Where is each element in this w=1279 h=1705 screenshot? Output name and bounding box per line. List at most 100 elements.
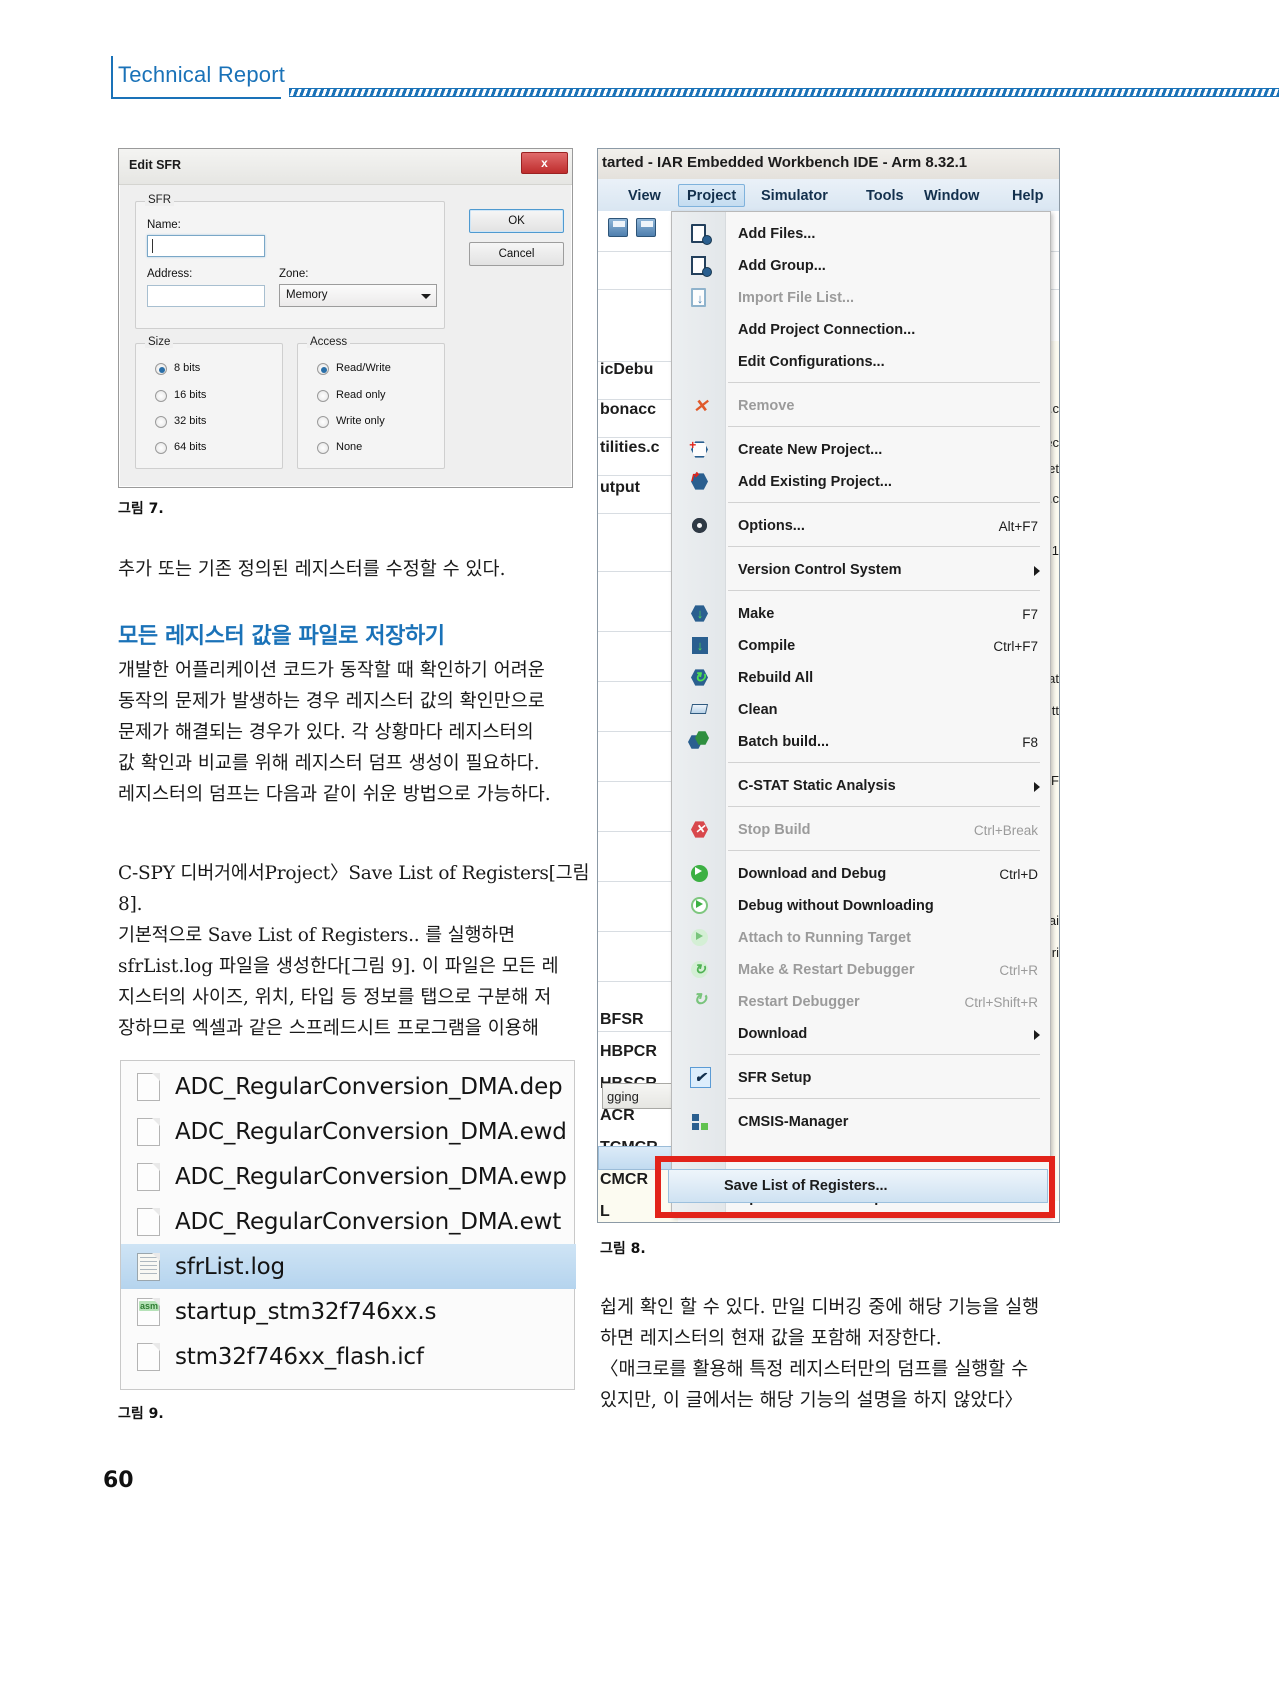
paragraph-line: 있지만, 이 글에서는 해당 기능의 설명을 하지 않았다〉 xyxy=(600,1390,1023,1411)
menubar-item-view[interactable]: View xyxy=(620,184,669,207)
menu-item-label: C-STAT Static Analysis xyxy=(738,778,896,794)
radio-indicator xyxy=(317,416,329,428)
register-label: L xyxy=(600,1203,610,1220)
menu-item-download-and-debug[interactable]: Download and Debug Ctrl+D xyxy=(672,858,1052,890)
menu-item-accelerator: Ctrl+D xyxy=(999,866,1038,882)
menu-item-rebuild-all[interactable]: ↻ Rebuild All xyxy=(672,662,1052,694)
file-list-panel: ADC_RegularConversion_DMA.dep ADC_Regula… xyxy=(120,1060,576,1390)
radio-label: 64 bits xyxy=(174,441,207,453)
ok-button[interactable]: OK xyxy=(469,209,564,233)
batch-build-icon xyxy=(688,730,712,754)
rebuild-all-icon: ↻ xyxy=(688,666,712,690)
compile-icon: ↓ xyxy=(688,634,712,658)
list-item[interactable]: ADC_RegularConversion_DMA.ewp xyxy=(121,1154,576,1199)
radio-label: Write only xyxy=(336,415,385,427)
menubar-item-window[interactable]: Window xyxy=(916,184,987,207)
menu-item-debug-without-downloading[interactable]: Debug without Downloading xyxy=(672,890,1052,922)
menu-item-version-control-system[interactable]: Version Control System xyxy=(672,554,1052,586)
menu-item-clean[interactable]: Clean xyxy=(672,694,1052,726)
menu-item-label: Attach to Running Target xyxy=(738,930,911,946)
register-label: HBPCR xyxy=(600,1043,657,1060)
tree-node-label: bonacc xyxy=(600,401,657,418)
menu-separator xyxy=(728,1098,1040,1099)
save-all-icon[interactable] xyxy=(636,218,656,237)
menu-item-accelerator: Ctrl+R xyxy=(999,962,1038,978)
file-name: stm32f746xx_flash.icf xyxy=(175,1343,424,1370)
zone-dropdown[interactable]: Memory xyxy=(279,284,437,307)
file-name: ADC_RegularConversion_DMA.dep xyxy=(175,1073,563,1100)
remove-icon: ✕ xyxy=(693,396,709,416)
figure-8-caption: 그림 8. xyxy=(600,1241,646,1257)
radio-indicator xyxy=(317,363,329,375)
menu-item-cmsis-manager[interactable]: CMSIS-Manager xyxy=(672,1106,1052,1138)
menu-separator xyxy=(728,382,1040,383)
menu-item-save-list-of-registers[interactable]: Save List of Registers... xyxy=(668,1169,1048,1203)
menu-item-c-stat-static-analysis[interactable]: C-STAT Static Analysis xyxy=(672,770,1052,802)
paragraph-line: 〈매크로를 활용해 특정 레지스터만의 덤프를 실행할 수 xyxy=(600,1359,1029,1380)
menu-item-label: Version Control System xyxy=(738,562,902,578)
menu-item-compile[interactable]: ↓ Compile Ctrl+F7 xyxy=(672,630,1052,662)
address-input[interactable] xyxy=(147,285,265,307)
paragraph-line: 동작의 문제가 발생하는 경우 레지스터 값의 확인만으로 xyxy=(118,691,545,712)
close-icon[interactable]: x xyxy=(521,152,568,174)
menubar-item-project[interactable]: Project xyxy=(678,184,746,207)
menu-item-remove[interactable]: ✕ Remove xyxy=(672,390,1052,422)
list-item[interactable]: stm32f746xx_flash.icf xyxy=(121,1334,576,1379)
menu-item-add-group[interactable]: Add Group... xyxy=(672,250,1052,282)
menu-item-restart-debugger[interactable]: ↻ Restart Debugger Ctrl+Shift+R xyxy=(672,986,1052,1018)
cancel-button[interactable]: Cancel xyxy=(469,242,564,266)
menu-item-accelerator: Ctrl+F7 xyxy=(993,638,1038,654)
figure-7-caption: 그림 7. xyxy=(118,501,164,517)
menu-item-attach-to-running-target[interactable]: Attach to Running Target xyxy=(672,922,1052,954)
menu-item-add-files[interactable]: Add Files... xyxy=(672,218,1052,250)
header-underline xyxy=(111,97,281,99)
menu-item-label: Compile xyxy=(738,638,796,654)
paragraph-4: 쉽게 확인 할 수 있다. 만일 디버깅 중에 해당 기능을 실행 하면 레지스… xyxy=(600,1292,1080,1416)
menu-item-label: Stop Build xyxy=(738,822,811,838)
menu-item-make-restart-debugger[interactable]: ↻ Make & Restart Debugger Ctrl+R xyxy=(672,954,1052,986)
radio-label: None xyxy=(336,441,363,453)
window-title-text: tarted - IAR Embedded Workbench IDE - Ar… xyxy=(602,154,968,171)
menu-item-make[interactable]: ↓ Make F7 xyxy=(672,598,1052,630)
paragraph-line: 값 확인과 비교를 위해 레지스터 덤프 생성이 필요하다. xyxy=(118,753,540,774)
menu-item-add-project-connection[interactable]: Add Project Connection... xyxy=(672,314,1052,346)
menubar-item-simulator[interactable]: Simulator xyxy=(753,184,836,207)
list-item[interactable]: ADC_RegularConversion_DMA.ewd xyxy=(121,1109,576,1154)
menu-item-download[interactable]: Download xyxy=(672,1018,1052,1050)
page-title: Technical Report xyxy=(118,62,286,87)
create-new-project-icon: + xyxy=(688,438,712,462)
menu-item-label: Options... xyxy=(738,518,805,534)
chevron-down-icon xyxy=(421,294,431,299)
menu-item-create-new-project[interactable]: + Create New Project... xyxy=(672,434,1052,466)
menu-item-import-file-list[interactable]: ↓ Import File List... xyxy=(672,282,1052,314)
menu-item-stop-build[interactable]: ✕ Stop Build Ctrl+Break xyxy=(672,814,1052,846)
list-item[interactable]: ADC_RegularConversion_DMA.dep xyxy=(121,1064,576,1109)
paragraph-line: 장하므로 엑셀과 같은 스프레드시트 프로그램을 이용해 xyxy=(118,1018,539,1039)
menu-item-options[interactable]: Options... Alt+F7 xyxy=(672,510,1052,542)
menu-item-edit-configurations[interactable]: Edit Configurations... xyxy=(672,346,1052,378)
menu-item-label: Add Project Connection... xyxy=(738,322,916,338)
debug-log-tab[interactable]: gging xyxy=(602,1083,674,1109)
menu-separator xyxy=(728,850,1040,851)
menu-item-sfr-setup[interactable]: ✔ SFR Setup xyxy=(672,1062,1052,1094)
name-input[interactable] xyxy=(147,235,265,257)
radio-label: 32 bits xyxy=(174,415,207,427)
menu-item-batch-build[interactable]: Batch build... F8 xyxy=(672,726,1052,758)
menu-item-add-existing-project[interactable]: ↱ Add Existing Project... xyxy=(672,466,1052,498)
menu-item-label: Make xyxy=(738,606,775,622)
menubar-item-help[interactable]: Help xyxy=(1004,184,1051,207)
edit-sfr-dialog: Edit SFR x SFR Name: Address: Zone: Memo… xyxy=(118,148,573,488)
save-icon[interactable] xyxy=(608,218,628,237)
list-item[interactable]: startup_stm32f746xx.s xyxy=(121,1289,576,1334)
menu-item-accelerator: Ctrl+Break xyxy=(973,822,1038,838)
clean-icon xyxy=(688,698,712,722)
list-item-selected[interactable]: sfrList.log xyxy=(121,1244,576,1289)
paragraph-line: 문제가 해결되는 경우가 있다. 각 상황마다 레지스터의 xyxy=(118,722,534,743)
menu-item-accelerator: Alt+F7 xyxy=(998,518,1038,534)
radio-indicator xyxy=(155,416,167,428)
menubar-item-tools[interactable]: Tools xyxy=(858,184,912,207)
paragraph-line: 레지스터의 덤프는 다음과 같이 쉬운 방법으로 가능하다. xyxy=(118,784,551,805)
list-item[interactable]: ADC_RegularConversion_DMA.ewt xyxy=(121,1199,576,1244)
radio-indicator xyxy=(155,442,167,454)
sfr-group-box xyxy=(135,201,445,329)
